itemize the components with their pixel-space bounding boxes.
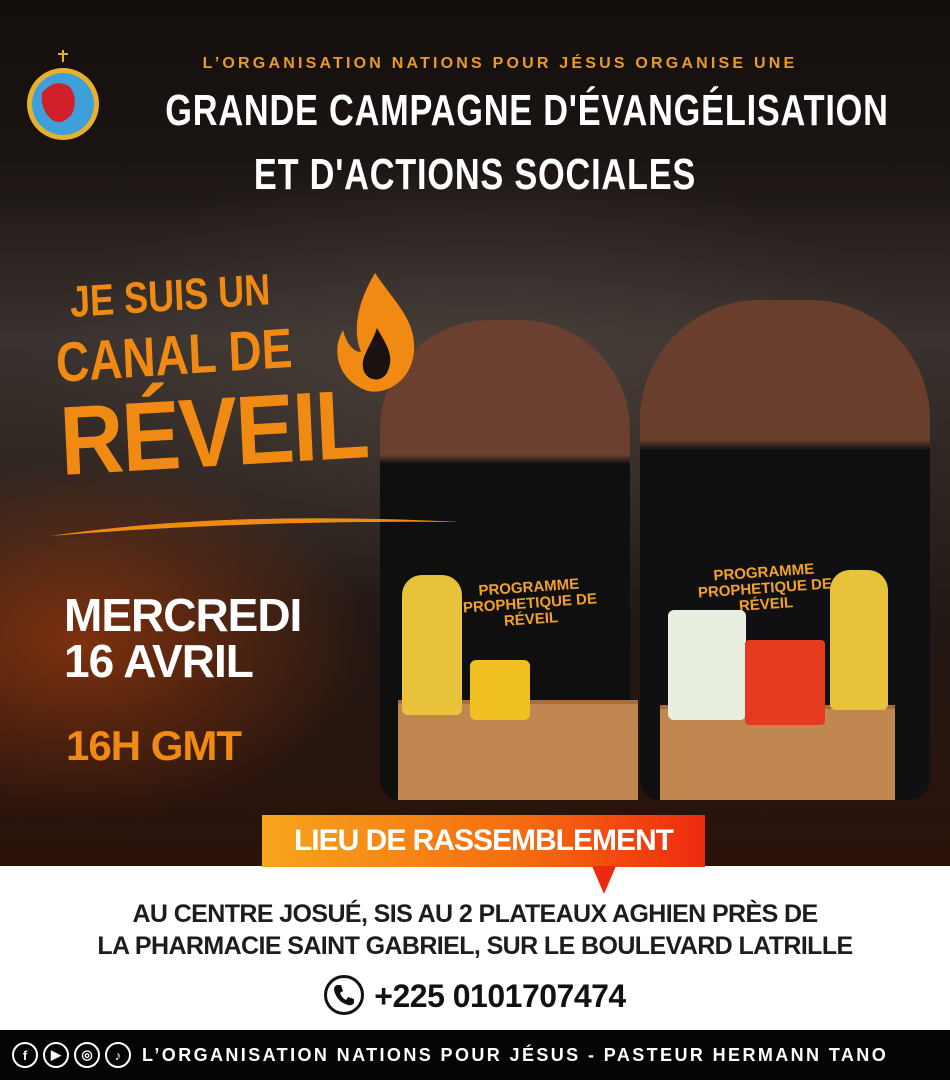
youtube-icon[interactable]: ▶	[43, 1042, 69, 1068]
phone-icon	[324, 974, 365, 1015]
badge-pointer	[592, 866, 616, 894]
shirt-print-left: PROGRAMME PROPHETIQUE DE RÉVEIL	[462, 575, 598, 630]
rice-bag	[668, 610, 746, 720]
tiktok-icon[interactable]: ♪	[105, 1042, 131, 1068]
organizer-kicker: L’ORGANISATION NATIONS POUR JÉSUS ORGANI…	[202, 55, 798, 72]
title-line-1: GRANDE CAMPAGNE D'ÉVANGÉLISATION	[165, 86, 889, 135]
address-line-2: LA PHARMACIE SAINT GABRIEL, SUR LE BOULE…	[97, 932, 853, 960]
event-time: 16H GMT	[66, 722, 242, 769]
footer-bar: f ▶ ◎ ♪ L’ORGANISATION NATIONS POUR JÉSU…	[0, 1030, 950, 1080]
phone-number[interactable]: +225 0101707474	[374, 978, 626, 1014]
milk-can	[470, 660, 530, 720]
title-line-2: ET D'ACTIONS SOCIALES	[253, 150, 697, 199]
event-date-text: 16 AVRIL	[64, 635, 254, 687]
swoosh-underline	[50, 518, 460, 536]
oil-bottle-right	[830, 570, 888, 710]
slogan-line-3: RÉVEIL	[57, 368, 370, 496]
location-badge: LIEU DE RASSEMBLEMENT	[262, 815, 705, 867]
phone-contact: +225 0101707474	[0, 974, 950, 1019]
address: AU CENTRE JOSUÉ, SIS AU 2 PLATEAUX AGHIE…	[0, 898, 950, 962]
instagram-icon[interactable]: ◎	[74, 1042, 100, 1068]
oil-bottle-left	[402, 575, 462, 715]
address-line-1: AU CENTRE JOSUÉ, SIS AU 2 PLATEAUX AGHIE…	[132, 900, 818, 928]
event-date: MERCREDI 16 AVRIL	[64, 589, 302, 687]
footer-text: L’ORGANISATION NATIONS POUR JÉSUS - PAST…	[142, 1044, 889, 1065]
facebook-icon[interactable]: f	[12, 1042, 38, 1068]
pasta-pack	[745, 640, 825, 725]
event-day: MERCREDI	[64, 589, 302, 641]
